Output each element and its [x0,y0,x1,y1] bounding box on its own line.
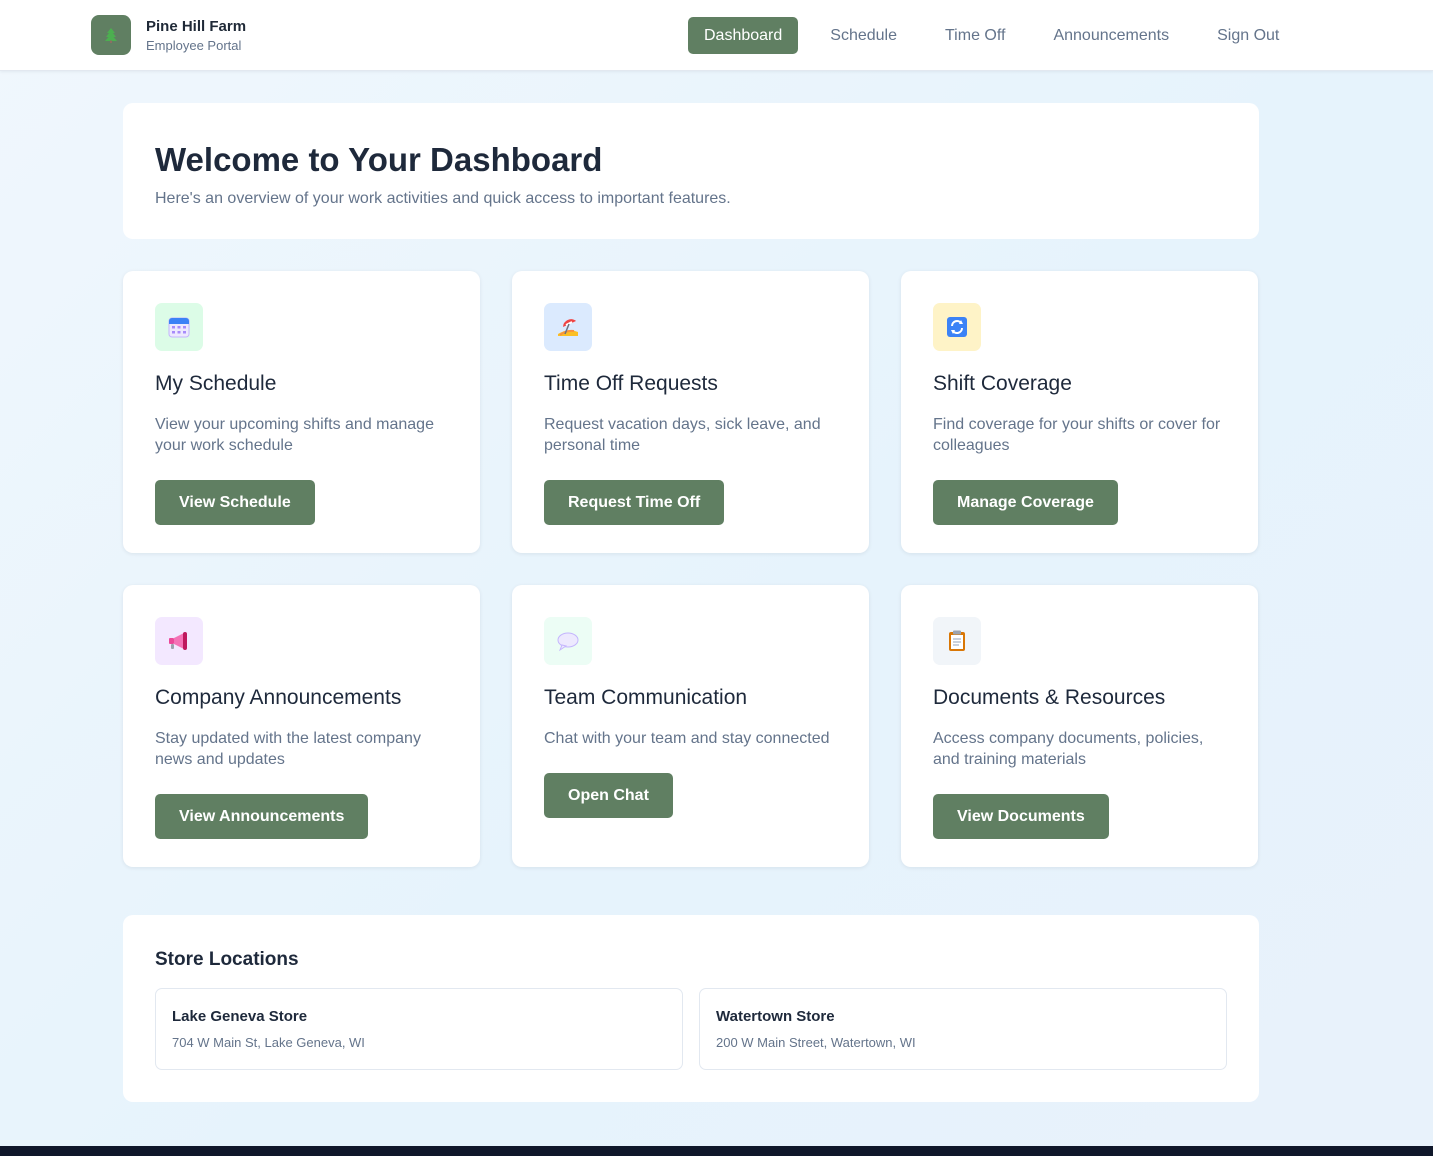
nav-schedule[interactable]: Schedule [814,17,913,54]
card-team-communication: Team Communication Chat with your team a… [512,585,869,867]
store-address: 200 W Main Street, Watertown, WI [716,1035,916,1050]
pine-tree-icon [91,15,131,55]
refresh-icon [933,303,981,351]
megaphone-icon [155,617,203,665]
page-subtitle: Here's an overview of your work activiti… [155,190,731,207]
page-title: Welcome to Your Dashboard [155,141,603,178]
card-title: Time Off Requests [544,372,718,395]
nav-sign-out[interactable]: Sign Out [1201,17,1295,54]
request-time-off-button[interactable]: Request Time Off [544,480,725,525]
calendar-icon [155,303,203,351]
card-time-off-requests: Time Off Requests Request vacation days,… [512,271,869,553]
store-name: Lake Geneva Store [172,1008,308,1025]
card-title: Shift Coverage [933,372,1072,395]
card-description: Chat with your team and stay connected [544,730,830,747]
store-name: Watertown Store [716,1008,835,1025]
card-title: My Schedule [155,372,277,395]
nav-announcements[interactable]: Announcements [1037,17,1185,54]
brand[interactable]: Pine Hill Farm Employee Portal [91,15,246,55]
view-schedule-button[interactable]: View Schedule [155,480,315,525]
beach-umbrella-icon [544,303,592,351]
card-title: Documents & Resources [933,686,1166,709]
main-nav: Dashboard Schedule Time Off Announcement… [688,17,1295,54]
nav-time-off[interactable]: Time Off [929,17,1021,54]
card-description: Access company documents, policies, and … [933,730,1204,768]
open-chat-button[interactable]: Open Chat [544,773,673,818]
card-title: Team Communication [544,686,748,709]
card-title: Company Announcements [155,686,402,709]
footer-bar [0,1146,1433,1156]
card-my-schedule: My Schedule View your upcoming shifts an… [123,271,480,553]
card-documents-resources: Documents & Resources Access company doc… [901,585,1258,867]
card-shift-coverage: Shift Coverage Find coverage for your sh… [901,271,1258,553]
view-documents-button[interactable]: View Documents [933,794,1109,839]
clipboard-icon [933,617,981,665]
manage-coverage-button[interactable]: Manage Coverage [933,480,1118,525]
card-description: View your upcoming shifts and manage you… [155,416,434,454]
view-announcements-button[interactable]: View Announcements [155,794,369,839]
store-address: 704 W Main St, Lake Geneva, WI [172,1035,365,1050]
brand-subtitle: Employee Portal [146,37,242,53]
card-description: Stay updated with the latest company new… [155,730,421,768]
card-description: Request vacation days, sick leave, and p… [544,416,821,454]
card-description: Find coverage for your shifts or cover f… [933,416,1221,454]
chat-bubble-icon [544,617,592,665]
store-locations: Store Locations Lake Geneva Store 704 W … [123,915,1259,1102]
store-card-lake-geneva[interactable]: Lake Geneva Store 704 W Main St, Lake Ge… [155,988,683,1070]
section-title: Store Locations [155,949,299,970]
nav-dashboard[interactable]: Dashboard [688,17,799,54]
top-navigation-bar: Pine Hill Farm Employee Portal Dashboard… [0,0,1433,71]
store-card-watertown[interactable]: Watertown Store 200 W Main Street, Water… [699,988,1227,1070]
welcome-panel: Welcome to Your Dashboard Here's an over… [123,103,1259,239]
brand-name: Pine Hill Farm [146,17,247,35]
card-company-announcements: Company Announcements Stay updated with … [123,585,480,867]
